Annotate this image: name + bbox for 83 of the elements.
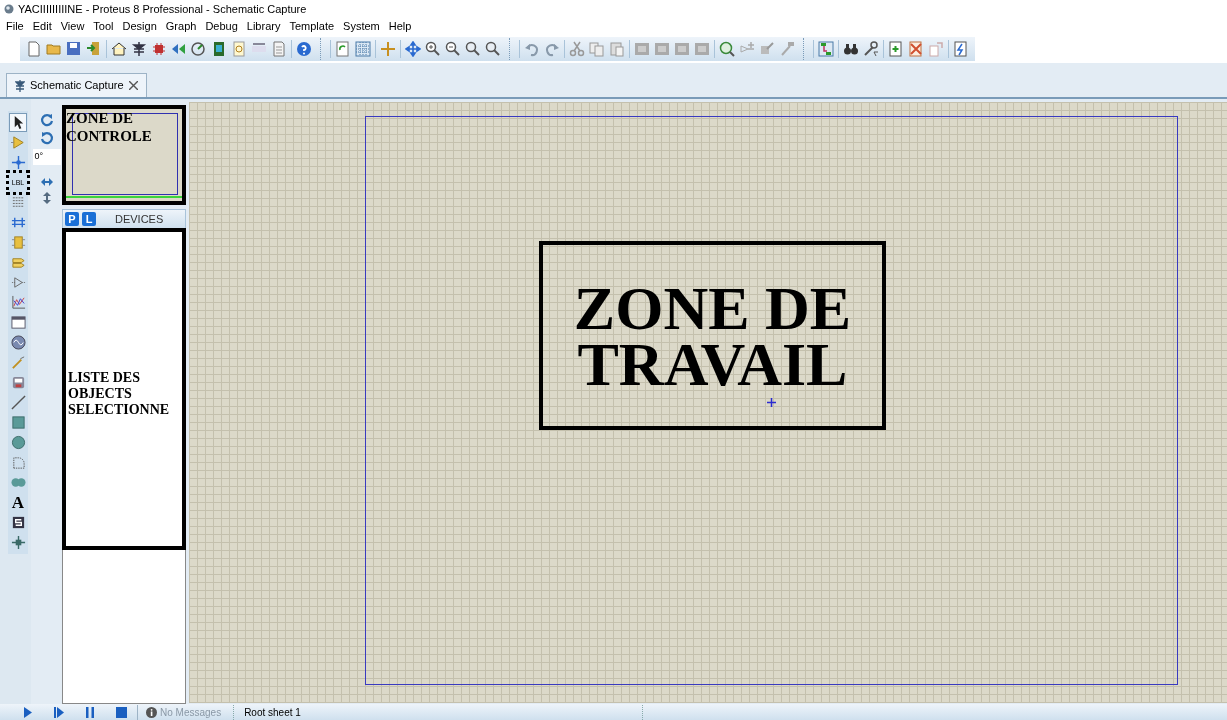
- new-file-icon[interactable]: [26, 41, 42, 57]
- bill-icon[interactable]: [231, 41, 247, 57]
- meter-icon[interactable]: [191, 41, 207, 57]
- pick-button[interactable]: P: [65, 212, 79, 226]
- info-icon: [146, 706, 157, 718]
- move-arrows-icon[interactable]: [405, 41, 421, 57]
- diode-icon[interactable]: [131, 41, 147, 57]
- refresh-icon[interactable]: [335, 41, 351, 57]
- menu-item[interactable]: Edit: [32, 18, 52, 35]
- flash-sheet-icon[interactable]: [953, 41, 969, 57]
- origin-marker-icon: [767, 398, 776, 407]
- circle-icon[interactable]: [9, 433, 27, 452]
- marker-icon[interactable]: [9, 533, 27, 552]
- hammer-icon[interactable]: [779, 41, 795, 57]
- menu-item[interactable]: File: [6, 18, 24, 35]
- status-sheet: Root sheet 1: [233, 704, 644, 720]
- menu-item[interactable]: Tool: [93, 18, 114, 35]
- schematic-canvas[interactable]: ZONE DE TRAVAIL: [189, 102, 1227, 703]
- zoom-icon[interactable]: [465, 41, 481, 57]
- design-explorer-icon[interactable]: [818, 41, 834, 57]
- delete-sheet-icon[interactable]: [908, 41, 924, 57]
- page-icon[interactable]: [271, 41, 287, 57]
- menu-item[interactable]: Graph: [165, 18, 197, 35]
- help-icon[interactable]: [296, 41, 312, 57]
- menu-item[interactable]: View: [60, 18, 85, 35]
- library-button[interactable]: L: [82, 212, 96, 226]
- app-icon: [4, 4, 14, 14]
- selector-title: DEVICES: [115, 211, 164, 227]
- sine-circle-icon[interactable]: [9, 333, 27, 352]
- search-icon[interactable]: [719, 41, 735, 57]
- save-icon[interactable]: [66, 41, 82, 57]
- block-icon[interactable]: [694, 41, 710, 57]
- zoom-icon[interactable]: [485, 41, 501, 57]
- zoom-out-icon[interactable]: [445, 41, 461, 57]
- rectangle-icon[interactable]: [9, 413, 27, 432]
- menu-item[interactable]: Help: [388, 18, 412, 35]
- text-tool[interactable]: A: [9, 493, 27, 512]
- step-icon[interactable]: [54, 706, 64, 718]
- block-icon[interactable]: [674, 41, 690, 57]
- block-icon[interactable]: [654, 41, 670, 57]
- diode-icon: [15, 79, 25, 92]
- menu-item[interactable]: Design: [122, 18, 157, 35]
- mirror-vertical-icon[interactable]: [41, 191, 52, 205]
- menu-item[interactable]: Debug: [205, 18, 238, 35]
- rotate-clockwise-icon[interactable]: [39, 113, 54, 127]
- junction-icon[interactable]: [9, 153, 27, 172]
- play-icon[interactable]: [24, 706, 32, 718]
- menu-item[interactable]: System: [343, 18, 380, 35]
- mirror-horizontal-icon[interactable]: [39, 177, 54, 187]
- wrench-icon[interactable]: [863, 41, 879, 57]
- zoom-in-icon[interactable]: [425, 41, 441, 57]
- zone-label: LISTE DES OBJECTS SELECTIONNE: [67, 369, 171, 418]
- graph-icon[interactable]: [9, 293, 27, 312]
- rotate-anticlockwise-icon[interactable]: [39, 131, 54, 145]
- menu-item[interactable]: Template: [289, 18, 335, 35]
- folder-icon[interactable]: [46, 41, 62, 57]
- undo-icon[interactable]: [524, 41, 540, 57]
- triangles-icon[interactable]: [171, 41, 187, 57]
- board-icon[interactable]: [211, 41, 227, 57]
- window-icon[interactable]: [9, 313, 27, 332]
- origin-cross-icon[interactable]: [380, 41, 396, 57]
- grid-icon[interactable]: [355, 41, 371, 57]
- document-tab[interactable]: Schematic Capture: [6, 73, 147, 97]
- new-sheet-icon[interactable]: [888, 41, 904, 57]
- scissors-icon[interactable]: [569, 41, 585, 57]
- rotation-field[interactable]: 0°: [32, 149, 61, 165]
- door-arrow-icon[interactable]: [86, 41, 102, 57]
- close-icon[interactable]: [128, 81, 138, 90]
- chip-icon[interactable]: [151, 41, 167, 57]
- window-title: YACIIIIIIIIINE - Proteus 8 Professional - Schematic Capture: [18, 1, 307, 17]
- menu-item[interactable]: Library: [246, 18, 281, 35]
- redo-icon[interactable]: [544, 41, 560, 57]
- device-list[interactable]: LISTE DES OBJECTS SELECTIONNE: [62, 228, 186, 550]
- stop-icon[interactable]: [116, 706, 127, 718]
- home-icon[interactable]: [111, 41, 127, 57]
- binoculars-icon[interactable]: [843, 41, 859, 57]
- line-icon[interactable]: [9, 393, 27, 412]
- block-icon[interactable]: [634, 41, 650, 57]
- zone-label: ZONE DE TRAVAIL: [572, 279, 853, 392]
- pointer-icon[interactable]: [9, 113, 27, 132]
- pause-icon[interactable]: [86, 706, 94, 718]
- subcircuit-icon[interactable]: [9, 233, 27, 252]
- clipboard-icon[interactable]: [609, 41, 625, 57]
